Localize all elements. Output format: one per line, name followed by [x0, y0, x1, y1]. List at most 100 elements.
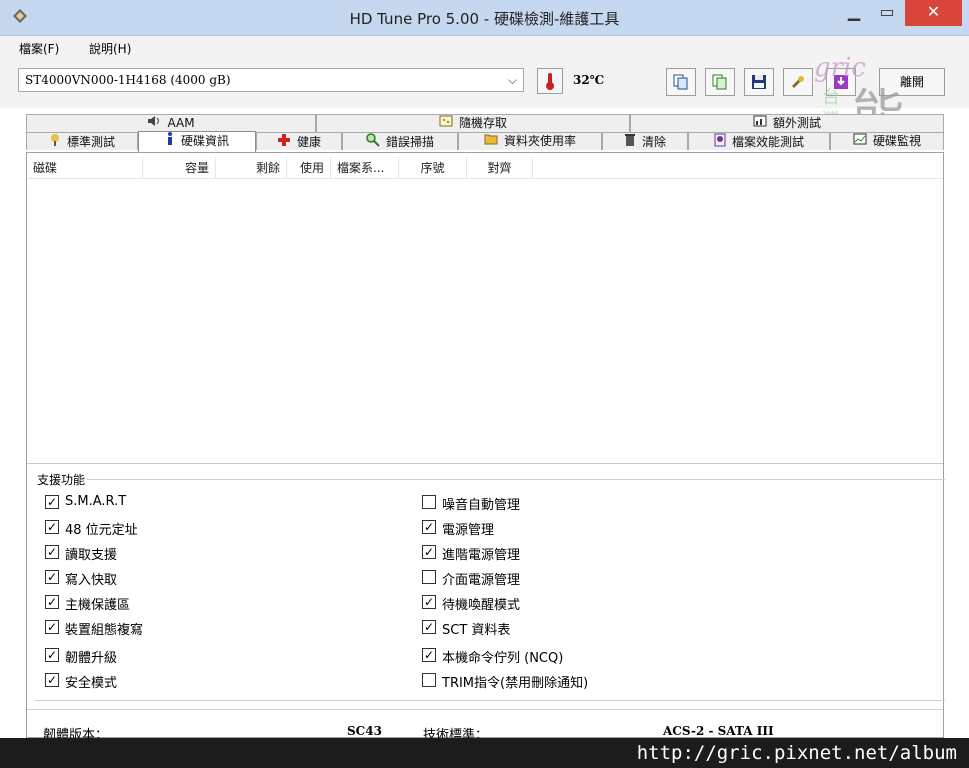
feature-label: 韌體升級 [65, 651, 118, 666]
tab-random-access[interactable]: 隨機存取 [316, 114, 630, 132]
info-icon [165, 132, 175, 151]
feature-checkbox[interactable]: ✓ [422, 595, 436, 609]
feature-label: 裝置組態複寫 [65, 623, 144, 638]
feature-checkbox[interactable] [422, 673, 436, 687]
tab-label: 資料夾使用率 [503, 134, 576, 148]
floppy-icon [752, 75, 766, 89]
copy-all-button[interactable] [705, 68, 735, 96]
feature-label: 讀取支援 [65, 548, 118, 563]
feature-label: 安全模式 [65, 676, 118, 691]
feature-label: SCT 資料表 [442, 623, 511, 638]
temperature-value: 32℃ [573, 73, 605, 87]
close-icon: ✕ [926, 2, 941, 21]
feature-checkbox[interactable]: ✓ [45, 520, 59, 534]
tab-error-scan[interactable]: 錯誤掃描 [342, 132, 458, 150]
tab-label: 隨機存取 [458, 116, 507, 130]
close-button[interactable]: ✕ [905, 0, 962, 26]
minimize-button[interactable]: ▁ [838, 0, 870, 26]
feature-checkbox[interactable]: ✓ [422, 520, 436, 534]
tab-label: 額外測試 [772, 116, 821, 130]
feature-label: 進階電源管理 [442, 548, 521, 563]
tab-health[interactable]: 健康 [256, 132, 342, 150]
tab-disk-monitor[interactable]: 硬碟監視 [830, 132, 944, 150]
column-header[interactable]: 序號 [399, 157, 467, 179]
tab-folder-usage[interactable]: 資料夾使用率 [458, 132, 602, 150]
feature-checkbox[interactable]: ✓ [45, 620, 59, 634]
tab-label: 硬碟監視 [872, 134, 921, 148]
partition-list-header: 磁碟 容量 剩餘 使用 檔案系... 序號 對齊 [27, 157, 943, 179]
feature-checkbox[interactable] [422, 570, 436, 584]
save-button[interactable] [744, 68, 774, 96]
tab-disk-info[interactable]: 硬碟資訊 [138, 131, 256, 152]
feature-checkbox[interactable]: ✓ [45, 570, 59, 584]
tab-aam[interactable]: AAM [26, 114, 316, 132]
menu-help[interactable]: 說明(H) [89, 40, 131, 57]
feature-label: 本機命令佇列 (NCQ) [442, 651, 564, 666]
feature-checkbox[interactable] [422, 495, 436, 509]
maximize-button[interactable]: ▭ [871, 0, 903, 26]
drive-select[interactable]: ST4000VN000-1H4168 (4000 gB) ⌵ [18, 68, 524, 92]
feature-label: 電源管理 [442, 523, 495, 538]
temperature-button[interactable] [537, 68, 563, 94]
feature-label: 48 位元定址 [65, 523, 138, 538]
feature-checkbox[interactable]: ✓ [45, 495, 59, 509]
feature-checkbox[interactable]: ✓ [45, 545, 59, 559]
firmware-value: SC43 [347, 724, 382, 738]
feature-checkbox[interactable]: ✓ [45, 648, 59, 662]
feature-checkbox[interactable]: ✓ [422, 620, 436, 634]
divider [27, 463, 943, 464]
disk-details: 韌體版本： SC43 技術標準： ACS-2 - SATA III [27, 709, 943, 743]
column-header[interactable]: 使用 [287, 157, 331, 179]
svg-text:台: 台 [822, 87, 840, 108]
tab-file-benchmark[interactable]: 檔案效能測試 [688, 132, 830, 150]
column-header[interactable]: 磁碟 [27, 157, 143, 179]
feature-checkbox[interactable]: ✓ [45, 673, 59, 687]
copy-all-icon [712, 74, 727, 90]
watermark-url: http://gric.pixnet.net/album [0, 738, 969, 768]
magnifier-icon [366, 133, 380, 152]
feature-checkbox[interactable]: ✓ [422, 545, 436, 559]
trash-icon [624, 133, 636, 152]
column-header[interactable]: 對齊 [467, 157, 533, 179]
feature-label: 噪音自動管理 [442, 498, 521, 513]
copy-button[interactable] [666, 68, 696, 96]
drive-select-value: ST4000VN000-1H4168 (4000 gB) [25, 73, 231, 87]
random-access-icon [439, 115, 453, 132]
tab-erase[interactable]: 清除 [602, 132, 688, 150]
tab-label: 清除 [641, 135, 666, 149]
benchmark-icon [49, 133, 61, 152]
feature-checkbox[interactable]: ✓ [45, 595, 59, 609]
tab-benchmark[interactable]: 標準測試 [26, 132, 138, 150]
feature-label: 介面電源管理 [442, 573, 521, 588]
health-cross-icon [277, 133, 291, 152]
feature-label: 寫入快取 [65, 573, 118, 588]
speaker-icon [147, 115, 161, 132]
menu-file[interactable]: 檔案(F) [19, 40, 59, 57]
tab-label: 硬碟資訊 [180, 134, 229, 148]
tab-extra-tests[interactable]: 額外測試 [630, 114, 944, 132]
title-bar: HD Tune Pro 5.00 - 硬碟檢測-維護工具 ▁ ▭ ✕ [0, 0, 969, 36]
feature-label: TRIM指令(禁用刪除通知) [442, 676, 589, 691]
monitor-chart-icon [853, 133, 867, 150]
svg-text:gric: gric [814, 53, 866, 83]
column-header[interactable]: 容量 [143, 157, 216, 179]
tab-label: 檔案效能測試 [731, 135, 804, 149]
disk-info-panel: 磁碟 容量 剩餘 使用 檔案系... 序號 對齊 支援功能 ✓ S.M.A.R.… [26, 152, 945, 743]
tab-label: 健康 [296, 135, 321, 149]
window-title: HD Tune Pro 5.00 - 硬碟檢測-維護工具 [349, 10, 620, 28]
tab-label: AAM [167, 116, 195, 130]
thermometer-icon [546, 73, 554, 90]
chevron-down-icon: ⌵ [507, 73, 517, 87]
folder-icon [484, 133, 498, 150]
extra-tests-icon [753, 115, 767, 132]
feature-label: 主機保護區 [65, 598, 131, 613]
column-header[interactable]: 剩餘 [216, 157, 287, 179]
feature-label: 待機喚醒模式 [442, 598, 521, 613]
column-header[interactable]: 檔案系... [331, 157, 399, 179]
tab-label: 錯誤掃描 [385, 135, 434, 149]
copy-icon [673, 74, 688, 90]
standard-value: ACS-2 - SATA III [663, 724, 774, 738]
feature-checkbox[interactable]: ✓ [422, 648, 436, 662]
file-benchmark-icon [714, 133, 726, 152]
tab-label: 標準測試 [66, 135, 115, 149]
